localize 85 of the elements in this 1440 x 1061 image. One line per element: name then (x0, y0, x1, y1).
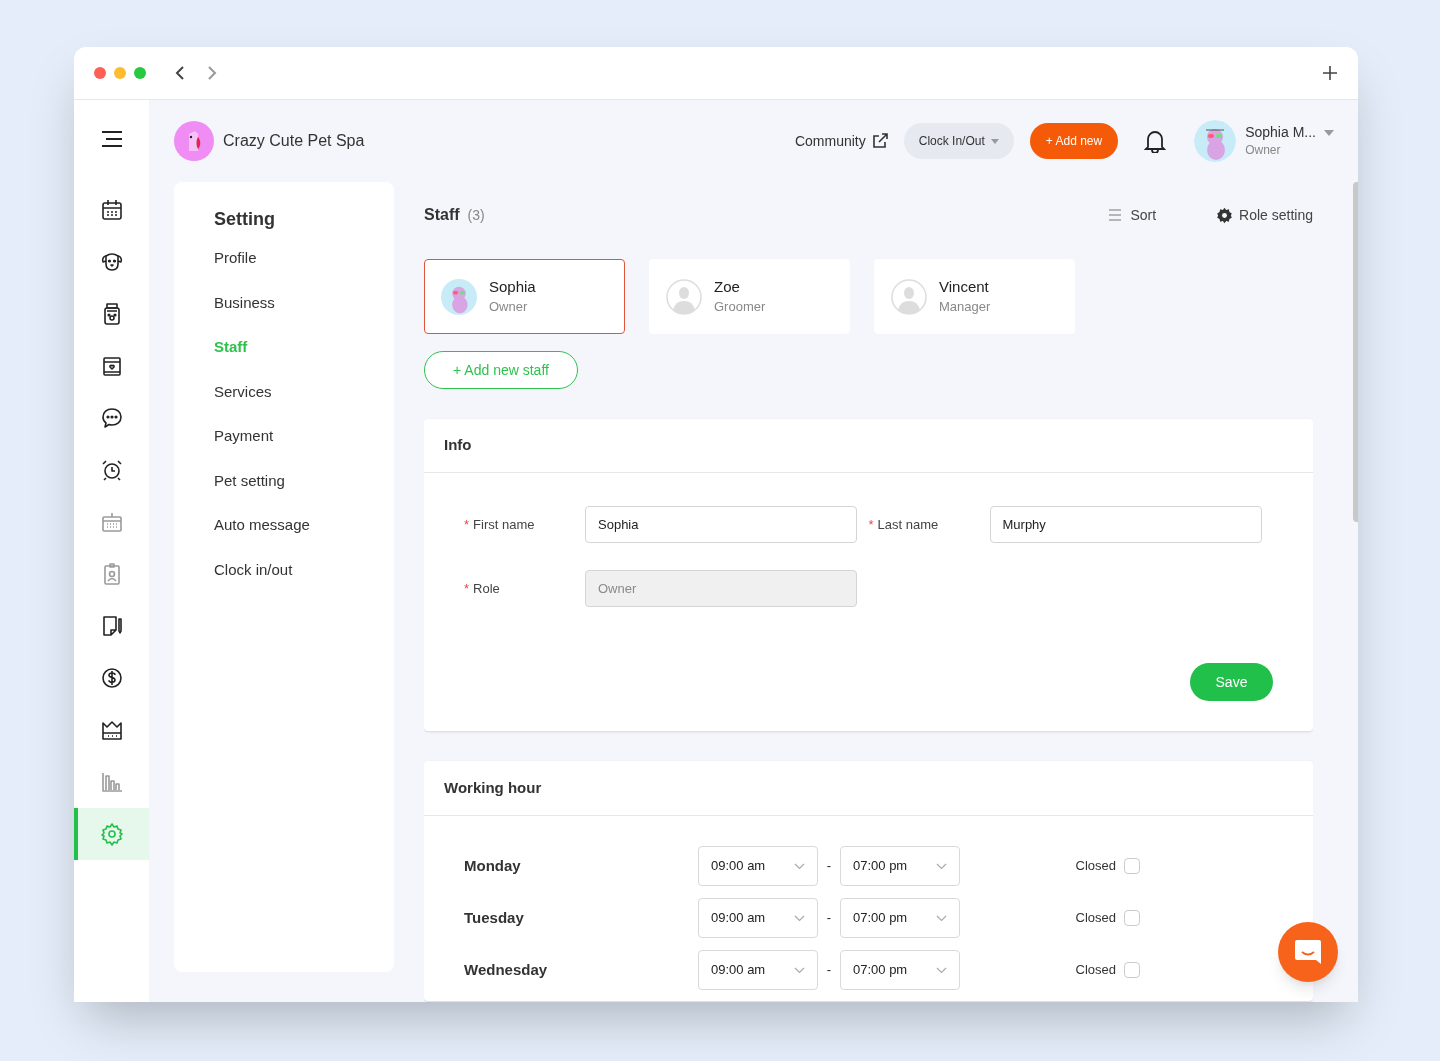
text-field[interactable]: Murphy (989, 506, 1262, 543)
field-label: Last name (877, 515, 939, 534)
required-mark: * (464, 515, 470, 534)
closed-label: Closed (1075, 961, 1116, 980)
required-mark: * (868, 515, 874, 534)
chevron-down-icon (936, 966, 947, 974)
close-window-button[interactable] (94, 67, 106, 79)
closed-checkbox[interactable] (1124, 858, 1140, 874)
staff-name: Vincent (939, 277, 990, 297)
staff-name: Sophia (489, 277, 536, 297)
staff-count: (3) (467, 205, 485, 225)
dollar-icon (99, 666, 124, 690)
caret-icon[interactable] (1324, 129, 1334, 136)
business-logo (174, 121, 214, 161)
sort-button[interactable]: Sort (1108, 204, 1157, 226)
crown-icon (99, 718, 124, 742)
closed-label: Closed (1075, 857, 1116, 876)
bar-chart-icon (99, 770, 124, 794)
range-separator: - (825, 961, 833, 980)
field-label: First name (473, 515, 535, 534)
settings-menu-item[interactable]: Clock in/out (214, 558, 394, 581)
chat-icon (99, 406, 124, 430)
community-link[interactable]: Community (794, 130, 888, 152)
closed-checkbox[interactable] (1124, 910, 1140, 926)
chevron-down-icon (936, 914, 947, 922)
sort-icon (1108, 209, 1123, 221)
user-role: Owner (1245, 143, 1282, 159)
day-label: Monday (464, 855, 522, 876)
closed-label: Closed (1075, 909, 1116, 928)
time-dropdown[interactable]: 07:00 pm (840, 950, 960, 990)
caret-icon (990, 138, 999, 144)
settings-menu-item[interactable]: Services (214, 380, 394, 403)
time-dropdown[interactable]: 09:00 am (698, 846, 818, 886)
back-icon[interactable] (174, 65, 186, 81)
external-link-icon (871, 133, 888, 149)
calendar-icon (99, 198, 124, 222)
time-dropdown[interactable]: 09:00 am (698, 950, 818, 990)
settings-menu-item[interactable]: Payment (214, 425, 394, 448)
range-separator: - (825, 909, 833, 928)
clock-in-out-button[interactable]: Clock In/Out (903, 123, 1014, 159)
text-field[interactable]: Sophia (585, 506, 857, 543)
staff-name: Zoe (714, 277, 741, 297)
info-title: Info (444, 435, 472, 456)
chat-icon (1293, 937, 1323, 967)
settings-icon (1216, 206, 1234, 224)
range-separator: - (825, 857, 833, 876)
settings-menu-title: Setting (214, 208, 276, 231)
time-dropdown[interactable]: 07:00 pm (840, 846, 960, 886)
settings-icon (99, 822, 124, 846)
chevron-down-icon (794, 862, 805, 870)
staff-card[interactable]: Vincent Manager (874, 259, 1075, 334)
staff-card[interactable]: Zoe Groomer (649, 259, 850, 334)
staff-card[interactable]: Sophia Owner (424, 259, 625, 334)
chevron-down-icon (794, 914, 805, 922)
required-mark: * (464, 579, 470, 598)
staff-role: Owner (489, 299, 529, 316)
avatar-icon (891, 278, 927, 315)
time-dropdown[interactable]: 09:00 am (698, 898, 818, 938)
staff-role: Groomer (714, 299, 766, 316)
calendar-grid-icon (99, 510, 124, 534)
field-label: Role (473, 579, 500, 598)
closed-checkbox[interactable] (1124, 962, 1140, 978)
dog-icon (99, 250, 124, 274)
new-tab-icon[interactable] (1322, 65, 1338, 81)
staff-title: Staff (424, 205, 460, 225)
chevron-down-icon (936, 862, 947, 870)
avatar-icon (666, 278, 702, 315)
user-name: Sophia M... (1245, 123, 1316, 142)
notification-bell-icon[interactable] (1144, 129, 1167, 153)
settings-menu-item[interactable]: Auto message (214, 514, 394, 537)
menu-icon[interactable] (99, 131, 124, 147)
day-label: Tuesday (464, 907, 525, 928)
settings-menu-item[interactable]: Pet setting (214, 469, 394, 492)
day-label: Wednesday (464, 959, 549, 980)
settings-menu-item[interactable]: Profile (214, 247, 394, 270)
working-hour-title: Working hour (444, 777, 542, 798)
forward-icon[interactable] (206, 65, 218, 81)
time-dropdown[interactable]: 07:00 pm (840, 898, 960, 938)
zoom-window-button[interactable] (134, 67, 146, 79)
minimize-window-button[interactable] (114, 67, 126, 79)
role-setting-button[interactable]: Role setting (1216, 204, 1313, 226)
chevron-down-icon (794, 966, 805, 974)
staff-role: Manager (939, 299, 991, 316)
business-name: Crazy Cute Pet Spa (223, 131, 365, 151)
settings-menu-item[interactable]: Business (214, 291, 394, 314)
